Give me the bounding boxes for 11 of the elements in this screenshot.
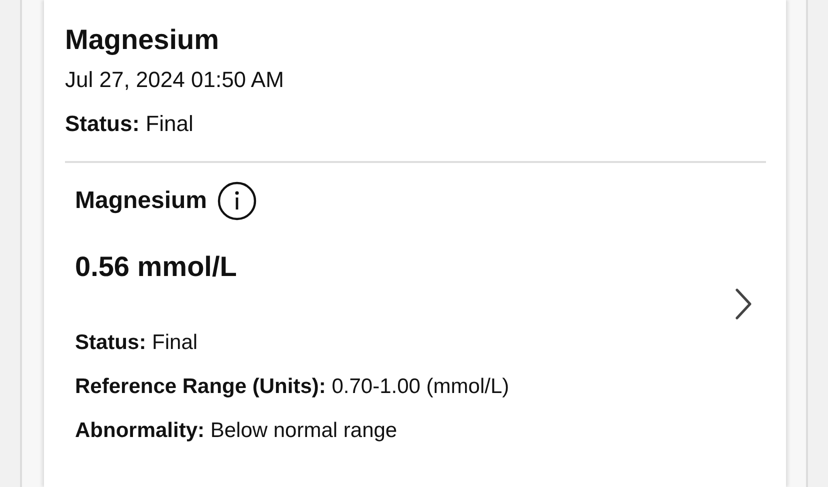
info-icon[interactable]	[217, 181, 258, 221]
chevron-right-icon	[734, 288, 752, 320]
result-detail: Abnormality: Below normal range	[75, 418, 398, 444]
result-detail: Reference Range (Units): 0.70-1.00 (mmol/L)	[75, 374, 510, 400]
result-value: 0.56 mmol/L	[75, 250, 238, 284]
report-date: Jul 27, 2024 01:50 AM	[65, 66, 285, 94]
result-row[interactable]: Magnesium 0.56 mmol/L Status: Final Reference Range (Units): 0.70-1.00 (mmol/L) Abnormality: Below normal range	[65, 163, 766, 445]
result-name: Magnesium	[75, 187, 208, 215]
report-status: Status: Final	[65, 110, 194, 138]
result-detail: Status: Final	[75, 330, 199, 356]
report-title: Magnesium	[65, 23, 220, 57]
